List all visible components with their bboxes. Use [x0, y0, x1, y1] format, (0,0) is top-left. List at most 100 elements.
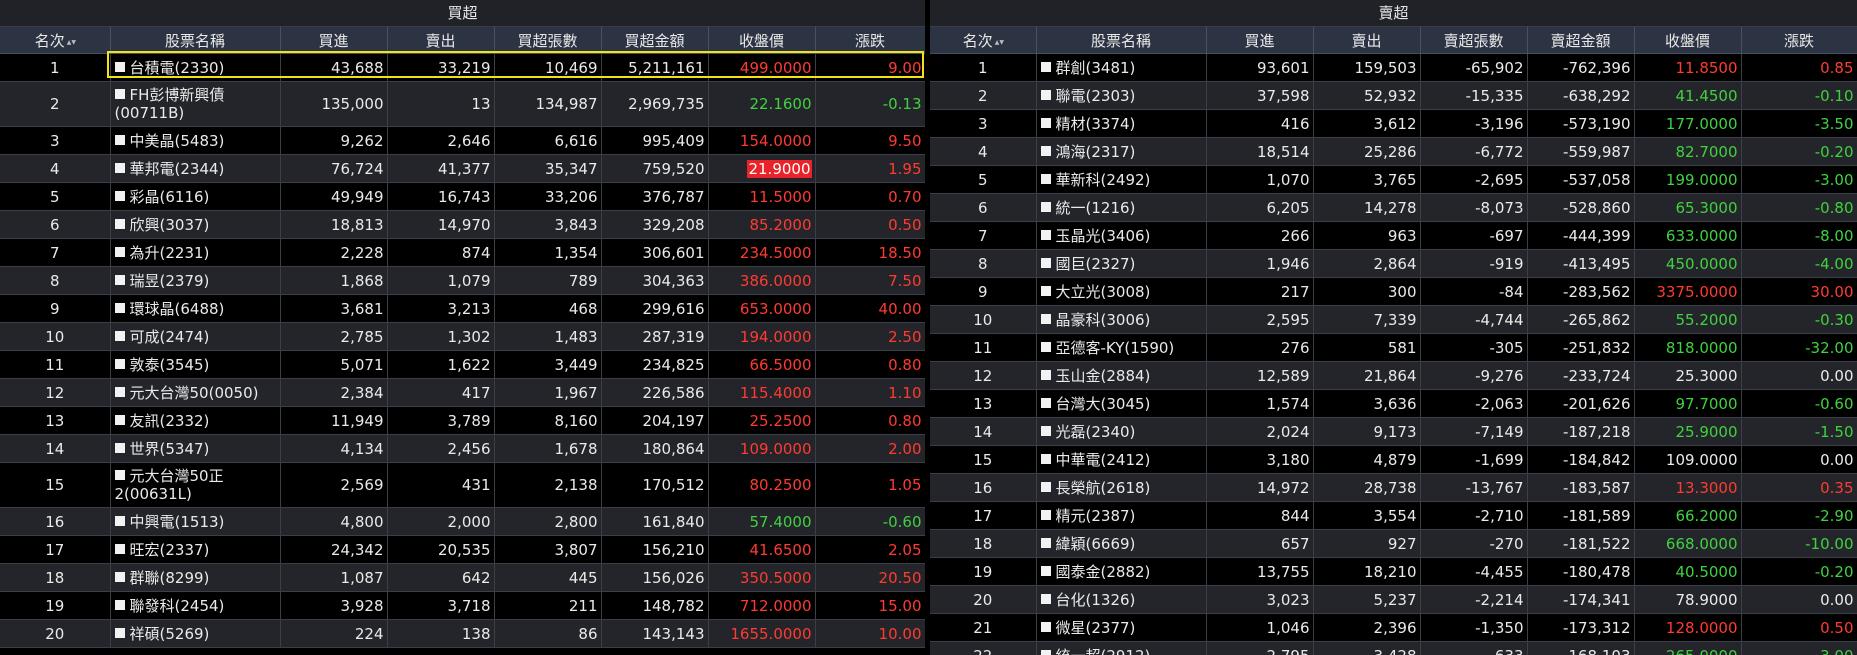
table-row[interactable]: 17 旺宏(2337) 24,342 20,535 3,807 156,210 41.650… [0, 535, 925, 564]
col-sell-header[interactable]: 賣出 [387, 27, 495, 54]
checkbox-icon[interactable] [1040, 650, 1051, 655]
table-row[interactable]: 10 可成(2474) 2,785 1,302 1,483 287,319 194.0000… [0, 322, 925, 351]
table-row[interactable]: 1 群創(3481) 93,601 159,503 -65,902 -762,396 11.… [930, 53, 1857, 82]
checkbox-icon[interactable] [1040, 622, 1051, 632]
stock-name-cell[interactable]: 敦泰(3545) [110, 350, 281, 379]
stock-name-cell[interactable]: 彩晶(6116) [110, 182, 281, 211]
stock-name-cell[interactable]: 聯電(2303) [1036, 81, 1207, 110]
table-row[interactable]: 3 中美晶(5483) 9,262 2,646 6,616 995,409 154.0000… [0, 126, 925, 155]
sort-updown-icon[interactable]: ▲▼ [995, 39, 1004, 45]
checkbox-icon[interactable] [114, 62, 125, 72]
stock-name-cell[interactable]: 大立光(3008) [1036, 277, 1207, 306]
checkbox-icon[interactable] [114, 275, 125, 285]
checkbox-icon[interactable] [1040, 146, 1051, 156]
col-stock-name-header[interactable]: 股票名稱 [110, 27, 281, 54]
table-row[interactable]: 17 精元(2387) 844 3,554 -2,710 -181,589 66.2000-… [930, 501, 1857, 530]
checkbox-icon[interactable] [1040, 454, 1051, 464]
checkbox-icon[interactable] [114, 331, 125, 341]
table-row[interactable]: 12 玉山金(2884) 12,589 21,864 -9,276 -233,724 25.… [930, 361, 1857, 390]
checkbox-icon[interactable] [1040, 538, 1051, 548]
stock-name-cell[interactable]: 光磊(2340) [1036, 417, 1207, 446]
checkbox-icon[interactable] [1040, 202, 1051, 212]
stock-name-cell[interactable]: 華邦電(2344) [110, 154, 281, 183]
table-row[interactable]: 22 統一超(2912) 2,7953,428-633-168,103 265.000… [930, 641, 1857, 655]
table-row[interactable]: 4 華邦電(2344) 76,724 41,377 35,347 759,520 21.90… [0, 154, 925, 183]
checkbox-icon[interactable] [114, 191, 125, 201]
checkbox-icon[interactable] [114, 516, 125, 526]
stock-name-cell[interactable]: 國泰金(2882) [1036, 557, 1207, 586]
table-row[interactable]: 3 精材(3374) 416 3,612 -3,196 -573,190 177.0000-… [930, 109, 1857, 138]
stock-name-cell[interactable]: 精元(2387) [1036, 501, 1207, 530]
stock-name-cell[interactable]: 元大台灣50(0050) [110, 378, 281, 407]
table-row[interactable]: 13 台灣大(3045) 1,574 3,636 -2,063 -201,626 97.70… [930, 389, 1857, 418]
checkbox-icon[interactable] [114, 135, 125, 145]
table-row[interactable]: 19 國泰金(2882) 13,755 18,210 -4,455 -180,478 40.… [930, 557, 1857, 586]
checkbox-icon[interactable] [1040, 482, 1051, 492]
checkbox-icon[interactable] [114, 219, 125, 229]
table-row[interactable]: 11 敦泰(3545) 5,071 1,622 3,449 234,825 66.5000 0… [0, 350, 925, 379]
col-change-header[interactable]: 漲跌 [1741, 27, 1857, 54]
stock-name-cell[interactable]: 中華電(2412) [1036, 445, 1207, 474]
checkbox-icon[interactable] [1040, 174, 1051, 184]
col-sell-header[interactable]: 賣出 [1313, 27, 1421, 54]
stock-name-cell[interactable]: 世界(5347) [110, 434, 281, 463]
table-row[interactable]: 7 為升(2231) 2,228 874 1,354 306,601 234.5000 18.… [0, 238, 925, 267]
table-row[interactable]: 7 玉晶光(3406) 266 963 -697 -444,399 633.0000 -8.0… [930, 221, 1857, 250]
table-row[interactable]: 8 瑞昱(2379) 1,868 1,079 789 304,363 386.0000 7.5… [0, 266, 925, 295]
stock-name-cell[interactable]: 群創(3481) [1036, 53, 1207, 82]
checkbox-icon[interactable] [114, 387, 125, 397]
checkbox-icon[interactable] [114, 470, 125, 480]
table-row[interactable]: 14 世界(5347) 4,134 2,456 1,678 180,864 109.0000… [0, 434, 925, 463]
col-close-header[interactable]: 收盤價 [708, 27, 816, 54]
stock-name-cell[interactable]: 元大台灣50正2(00631L) [110, 462, 281, 508]
table-row[interactable]: 1 台積電(2330) 43,688 33,219 10,469 5,211,161 499… [0, 53, 925, 82]
stock-name-cell[interactable]: 精材(3374) [1036, 109, 1207, 138]
checkbox-icon[interactable] [114, 247, 125, 257]
table-row[interactable]: 13 友訊(2332) 11,949 3,789 8,160 204,197 25.2500… [0, 406, 925, 435]
checkbox-icon[interactable] [1040, 342, 1051, 352]
checkbox-icon[interactable] [1040, 370, 1051, 380]
table-row[interactable]: 14 光磊(2340) 2,024 9,173 -7,149 -187,218 25.900… [930, 417, 1857, 446]
stock-name-cell[interactable]: 華新科(2492) [1036, 165, 1207, 194]
table-row[interactable]: 11 亞德客-KY(1590) 276 581 -305 -251,832 818.0000… [930, 333, 1857, 362]
table-row[interactable]: 12 元大台灣50(0050) 2,384 417 1,967 226,586 115.40… [0, 378, 925, 407]
table-row[interactable]: 2 FH彭博新興債(00711B) 135,000 13 134,987 2,969,73… [0, 81, 925, 127]
stock-name-cell[interactable]: 群聯(8299) [110, 563, 281, 592]
table-row[interactable]: 15 元大台灣50正2(00631L) 2,569 431 2,138 170,512 80… [0, 462, 925, 508]
stock-name-cell[interactable]: 聯發科(2454) [110, 591, 281, 620]
table-row[interactable]: 5 華新科(2492) 1,070 3,765 -2,695 -537,058 199.00… [930, 165, 1857, 194]
table-row[interactable]: 19 聯發科(2454) 3,928 3,718 211 148,782 712.0000 1… [0, 591, 925, 620]
stock-name-cell[interactable]: 中美晶(5483) [110, 126, 281, 155]
table-row[interactable]: 20 台化(1326) 3,023 5,237 -2,214 -174,341 78.900… [930, 585, 1857, 614]
stock-name-cell[interactable]: FH彭博新興債(00711B) [110, 81, 281, 127]
stock-name-cell[interactable]: 欣興(3037) [110, 210, 281, 239]
checkbox-icon[interactable] [1040, 314, 1051, 324]
col-change-header[interactable]: 漲跌 [815, 27, 925, 54]
table-row[interactable]: 8 國巨(2327) 1,946 2,864 -919 -413,495 450.0000-… [930, 249, 1857, 278]
checkbox-icon[interactable] [114, 600, 125, 610]
sort-updown-icon[interactable]: ▲▼ [67, 39, 76, 45]
checkbox-icon[interactable] [114, 572, 125, 582]
table-row[interactable]: 9 大立光(3008) 217 300 -84 -283,562 3375.0000 30.0… [930, 277, 1857, 306]
stock-name-cell[interactable]: 鴻海(2317) [1036, 137, 1207, 166]
checkbox-icon[interactable] [1040, 286, 1051, 296]
stock-name-cell[interactable]: 統一(1216) [1036, 193, 1207, 222]
col-stock-name-header[interactable]: 股票名稱 [1036, 27, 1207, 54]
table-row[interactable]: 16 長榮航(2618) 14,972 28,738 -13,767 -183,587 13… [930, 473, 1857, 502]
checkbox-icon[interactable] [114, 544, 125, 554]
col-net-shares-header[interactable]: 買超張數 [494, 27, 602, 54]
col-net-amount-header[interactable]: 買超金額 [601, 27, 709, 54]
table-row[interactable]: 4 鴻海(2317) 18,514 25,286 -6,772 -559,987 82.70… [930, 137, 1857, 166]
stock-name-cell[interactable]: 長榮航(2618) [1036, 473, 1207, 502]
stock-name-cell[interactable]: 台灣大(3045) [1036, 389, 1207, 418]
stock-name-cell[interactable]: 統一超(2912) [1036, 641, 1207, 655]
stock-name-cell[interactable]: 祥碩(5269) [110, 619, 281, 648]
col-buy-header[interactable]: 買進 [1206, 27, 1314, 54]
checkbox-icon[interactable] [1040, 510, 1051, 520]
checkbox-icon[interactable] [1040, 118, 1051, 128]
checkbox-icon[interactable] [1040, 398, 1051, 408]
stock-name-cell[interactable]: 台積電(2330) [110, 53, 281, 82]
stock-name-cell[interactable]: 環球晶(6488) [110, 294, 281, 323]
checkbox-icon[interactable] [1040, 62, 1051, 72]
stock-name-cell[interactable]: 台化(1326) [1036, 585, 1207, 614]
